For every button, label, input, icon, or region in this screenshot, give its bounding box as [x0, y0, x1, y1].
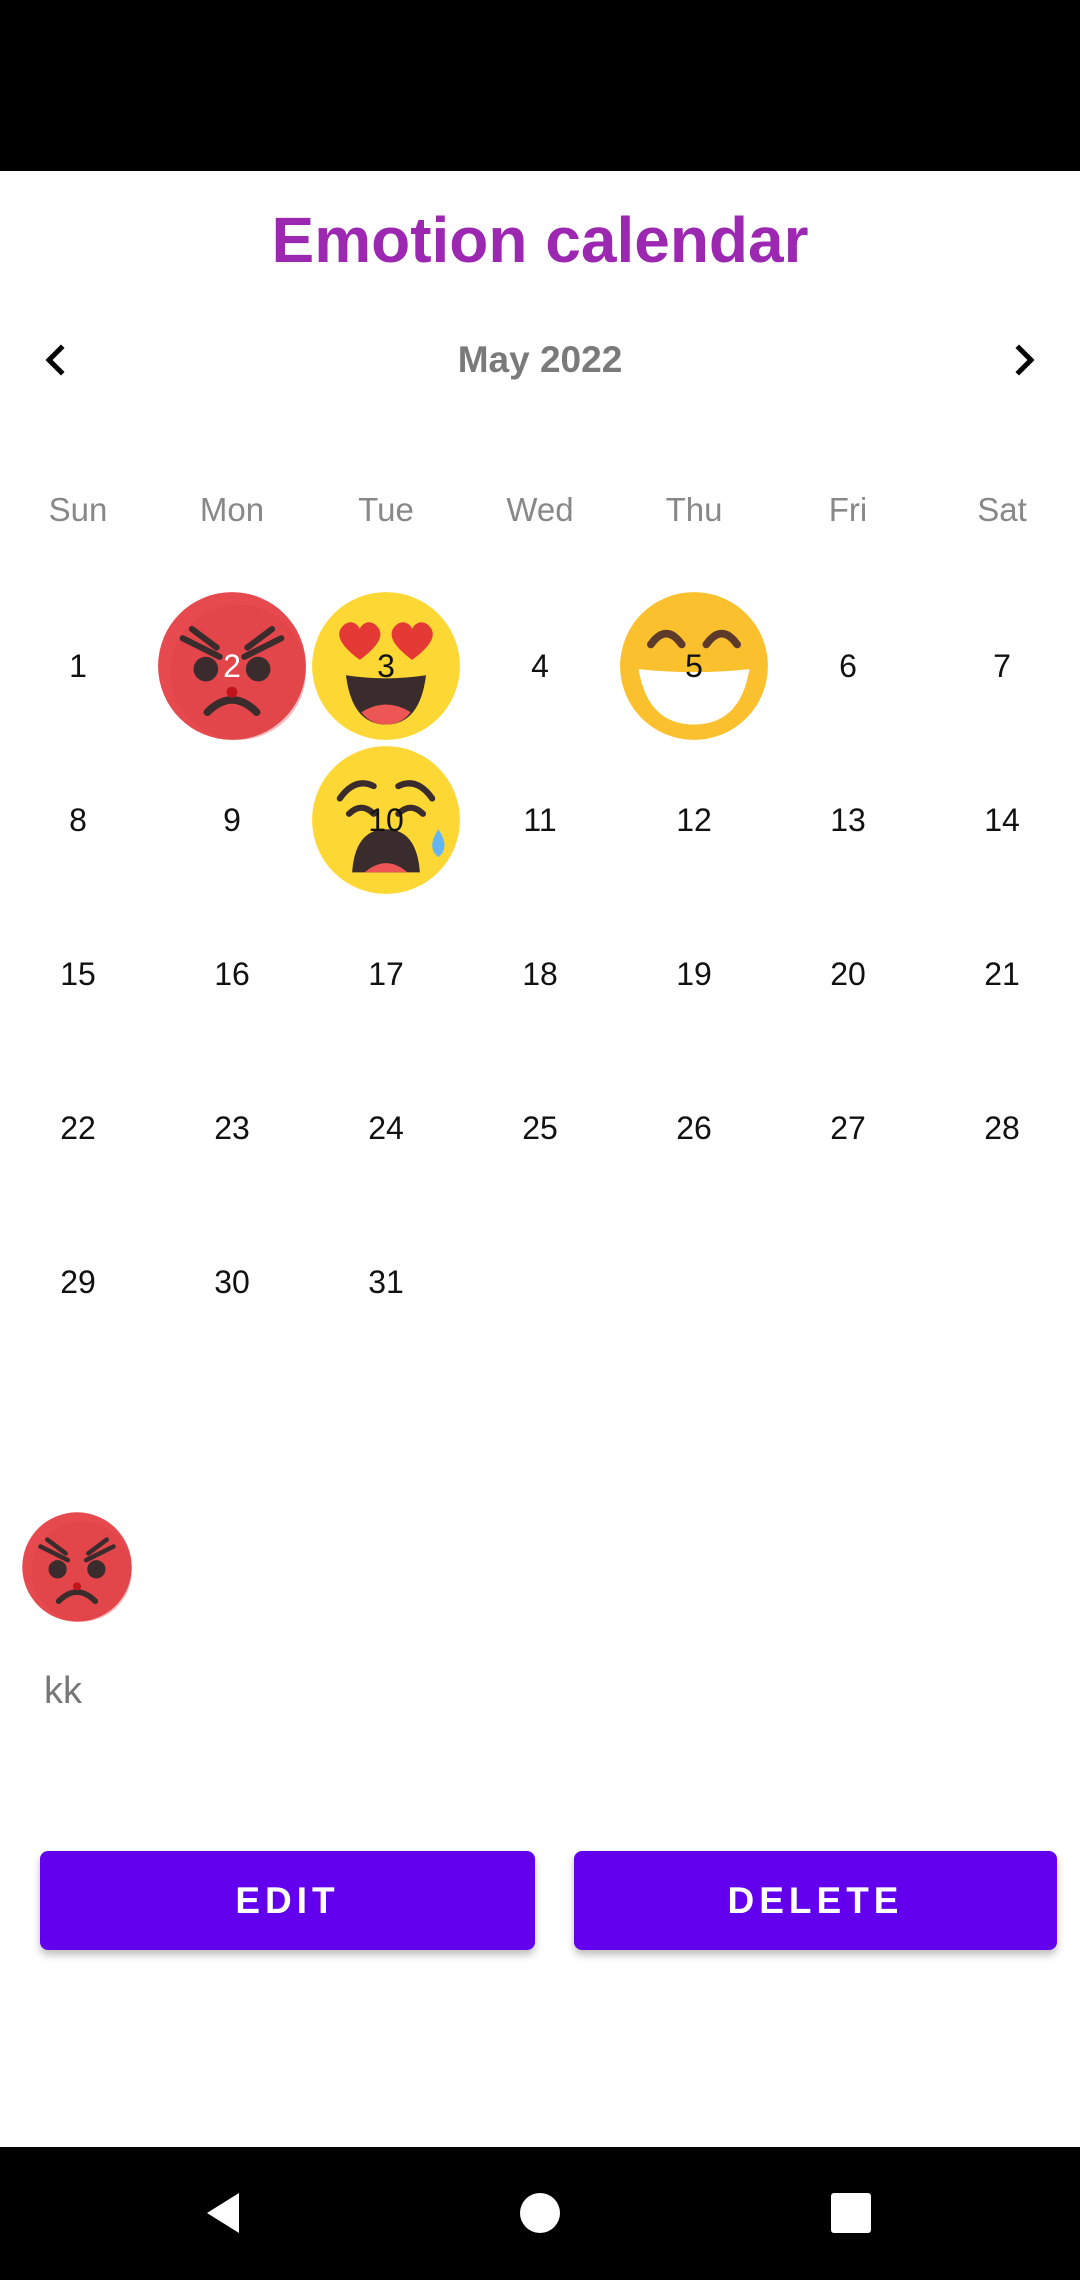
calendar-day-9[interactable]: 9	[155, 743, 309, 897]
calendar-day-11[interactable]: 11	[463, 743, 617, 897]
home-icon[interactable]	[512, 2185, 568, 2241]
system-nav-bar	[0, 2147, 1080, 2280]
day-number: 7	[993, 647, 1011, 684]
day-number: 22	[60, 1109, 96, 1146]
day-number: 27	[830, 1109, 866, 1146]
day-number: 30	[214, 1263, 250, 1300]
calendar-day-1[interactable]: 1	[1, 589, 155, 743]
day-number: 17	[368, 955, 404, 992]
day-number: 15	[60, 955, 96, 992]
delete-button[interactable]: DELETE	[574, 1851, 1057, 1950]
calendar-day-14[interactable]: 14	[925, 743, 1079, 897]
day-number: 6	[839, 647, 857, 684]
next-month-button[interactable]	[995, 330, 1055, 390]
calendar-day-17[interactable]: 17	[309, 897, 463, 1051]
weekday-wed: Wed	[506, 491, 574, 528]
calendar-day-29[interactable]: 29	[1, 1205, 155, 1359]
day-number: 5	[685, 647, 703, 684]
weekday-tue: Tue	[358, 491, 414, 528]
calendar-day-10[interactable]: 10	[309, 743, 463, 897]
day-number: 25	[522, 1109, 558, 1146]
day-number: 29	[60, 1263, 96, 1300]
calendar-day-16[interactable]: 16	[155, 897, 309, 1051]
day-number: 23	[214, 1109, 250, 1146]
page-title: Emotion calendar	[271, 204, 809, 276]
prev-month-button[interactable]	[25, 330, 85, 390]
day-number: 26	[676, 1109, 712, 1146]
day-number: 8	[69, 801, 87, 838]
day-number: 9	[223, 801, 241, 838]
calendar-day-27[interactable]: 27	[771, 1051, 925, 1205]
calendar-day-4[interactable]: 4	[463, 589, 617, 743]
selected-emotion	[20, 1510, 134, 1624]
day-number: 16	[214, 955, 250, 992]
calendar-day-18[interactable]: 18	[463, 897, 617, 1051]
edit-button[interactable]: EDIT	[40, 1851, 535, 1950]
back-icon[interactable]	[197, 2185, 253, 2241]
chevron-left-icon	[45, 344, 65, 376]
calendar-day-30[interactable]: 30	[155, 1205, 309, 1359]
day-number: 1	[69, 647, 87, 684]
calendar-day-15[interactable]: 15	[1, 897, 155, 1051]
calendar-day-28[interactable]: 28	[925, 1051, 1079, 1205]
calendar-day-5[interactable]: 5	[617, 589, 771, 743]
calendar-day-6[interactable]: 6	[771, 589, 925, 743]
calendar-day-23[interactable]: 23	[155, 1051, 309, 1205]
day-number: 4	[531, 647, 549, 684]
day-number: 28	[984, 1109, 1020, 1146]
calendar-day-22[interactable]: 22	[1, 1051, 155, 1205]
calendar-day-24[interactable]: 24	[309, 1051, 463, 1205]
calendar-day-2[interactable]: 2	[155, 589, 309, 743]
day-number: 31	[368, 1263, 404, 1300]
calendar-day-13[interactable]: 13	[771, 743, 925, 897]
angry-face-icon	[20, 1510, 134, 1624]
day-number: 13	[830, 801, 866, 838]
calendar-day-26[interactable]: 26	[617, 1051, 771, 1205]
day-number: 3	[377, 647, 395, 684]
weekday-sun: Sun	[48, 491, 108, 528]
day-number: 19	[676, 955, 712, 992]
day-number: 11	[523, 801, 557, 838]
weekday-thu: Thu	[665, 491, 723, 528]
calendar-day-7[interactable]: 7	[925, 589, 1079, 743]
calendar-day-3[interactable]: 3	[309, 589, 463, 743]
calendar-day-20[interactable]: 20	[771, 897, 925, 1051]
weekday-mon: Mon	[199, 491, 265, 528]
day-number: 12	[676, 801, 712, 838]
calendar-day-21[interactable]: 21	[925, 897, 1079, 1051]
chevron-right-icon	[1015, 344, 1035, 376]
day-number: 2	[223, 647, 241, 684]
day-number: 18	[522, 955, 558, 992]
calendar-day-12[interactable]: 12	[617, 743, 771, 897]
weekday-fri: Fri	[828, 491, 868, 528]
calendar-day-25[interactable]: 25	[463, 1051, 617, 1205]
day-number: 20	[830, 955, 866, 992]
calendar-day-8[interactable]: 8	[1, 743, 155, 897]
day-number: 24	[368, 1109, 404, 1146]
recents-icon[interactable]	[823, 2185, 879, 2241]
month-label: May 2022	[457, 339, 623, 380]
calendar-grid: 1 2 3 4 5 6 7 8 9 10 11 12 13 14 15 16 17 18 …	[0, 589, 1080, 1359]
weekday-header: Sun Mon Tue Wed Thu Fri Sat	[0, 480, 1080, 540]
day-number: 21	[984, 955, 1020, 992]
status-bar	[0, 0, 1080, 171]
day-number: 14	[984, 801, 1020, 838]
calendar-day-19[interactable]: 19	[617, 897, 771, 1051]
calendar-day-31[interactable]: 31	[309, 1205, 463, 1359]
note-text: kk	[44, 1670, 82, 1712]
weekday-sat: Sat	[977, 491, 1027, 528]
day-number: 10	[368, 801, 404, 838]
